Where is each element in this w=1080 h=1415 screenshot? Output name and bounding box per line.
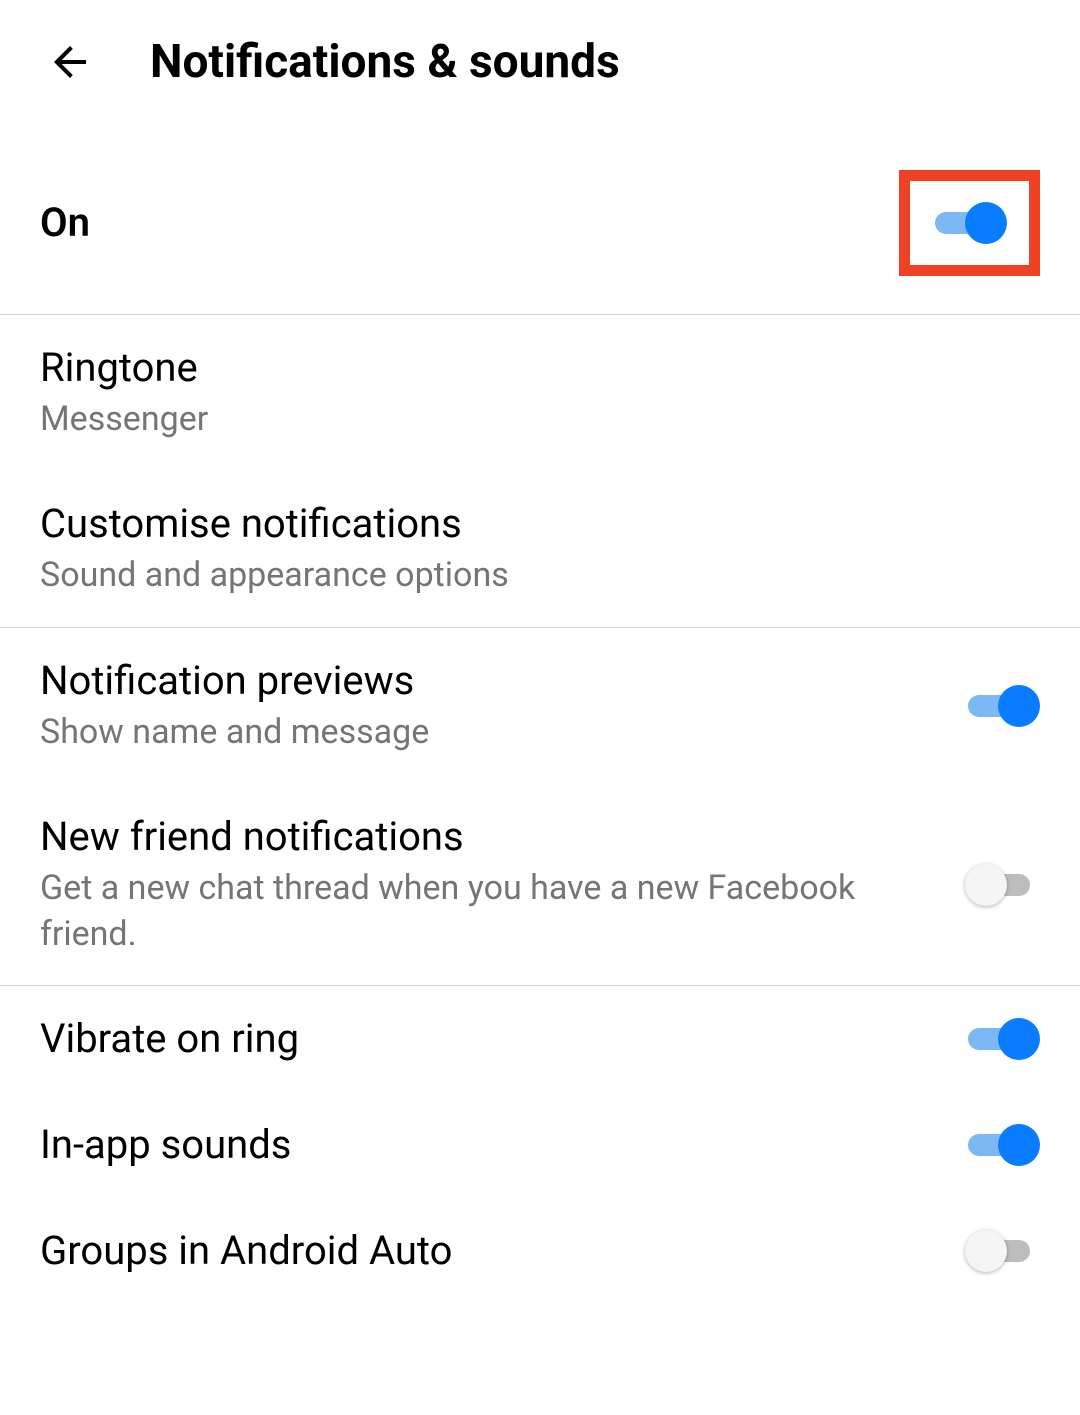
toggle-knob: [965, 202, 1007, 244]
row-title: Groups in Android Auto: [40, 1226, 935, 1276]
row-title: Ringtone: [40, 343, 1010, 393]
row-subtitle: Show name and message: [40, 710, 935, 756]
toggle-knob: [965, 864, 1007, 906]
toggle-knob: [965, 1230, 1007, 1272]
row-title: Vibrate on ring: [40, 1014, 935, 1064]
row-subtitle: Get a new chat thread when you have a ne…: [40, 866, 935, 958]
ringtone-row[interactable]: Ringtone Messenger: [0, 315, 1080, 471]
section-3: Vibrate on ring In-app sounds Groups in …: [0, 986, 1080, 1304]
vibrate-on-ring-toggle[interactable]: [965, 1014, 1040, 1064]
master-toggle-section: On: [0, 132, 1080, 315]
toggle-knob: [998, 1018, 1040, 1060]
row-title: Notification previews: [40, 656, 935, 706]
master-toggle[interactable]: [932, 198, 1007, 248]
header: Notifications & sounds: [0, 0, 1080, 132]
row-text: On: [40, 198, 899, 248]
in-app-sounds-row[interactable]: In-app sounds: [0, 1092, 1080, 1198]
row-text: Ringtone Messenger: [40, 343, 1040, 443]
row-text: In-app sounds: [40, 1120, 965, 1170]
section-2: Notification previews Show name and mess…: [0, 628, 1080, 987]
in-app-sounds-toggle[interactable]: [965, 1120, 1040, 1170]
row-text: Notification previews Show name and mess…: [40, 656, 965, 756]
row-subtitle: Messenger: [40, 397, 1010, 443]
arrow-left-icon: [46, 38, 94, 86]
row-subtitle: Sound and appearance options: [40, 553, 1010, 599]
toggle-knob: [998, 1124, 1040, 1166]
row-text: New friend notifications Get a new chat …: [40, 812, 965, 958]
highlight-annotation: [899, 170, 1040, 276]
toggle-knob: [998, 685, 1040, 727]
customise-notifications-row[interactable]: Customise notifications Sound and appear…: [0, 471, 1080, 627]
new-friend-notifications-toggle[interactable]: [965, 860, 1040, 910]
notification-previews-row[interactable]: Notification previews Show name and mess…: [0, 628, 1080, 784]
groups-android-auto-toggle[interactable]: [965, 1226, 1040, 1276]
row-title: Customise notifications: [40, 499, 1010, 549]
notification-previews-toggle[interactable]: [965, 681, 1040, 731]
page-title: Notifications & sounds: [150, 35, 620, 89]
section-1: Ringtone Messenger Customise notificatio…: [0, 315, 1080, 628]
master-toggle-label: On: [40, 198, 869, 248]
row-text: Customise notifications Sound and appear…: [40, 499, 1040, 599]
back-button[interactable]: [40, 32, 100, 92]
row-title: In-app sounds: [40, 1120, 935, 1170]
master-toggle-row[interactable]: On: [0, 132, 1080, 314]
row-title: New friend notifications: [40, 812, 935, 862]
row-text: Groups in Android Auto: [40, 1226, 965, 1276]
vibrate-on-ring-row[interactable]: Vibrate on ring: [0, 986, 1080, 1092]
groups-android-auto-row[interactable]: Groups in Android Auto: [0, 1198, 1080, 1304]
row-text: Vibrate on ring: [40, 1014, 965, 1064]
new-friend-notifications-row[interactable]: New friend notifications Get a new chat …: [0, 784, 1080, 986]
